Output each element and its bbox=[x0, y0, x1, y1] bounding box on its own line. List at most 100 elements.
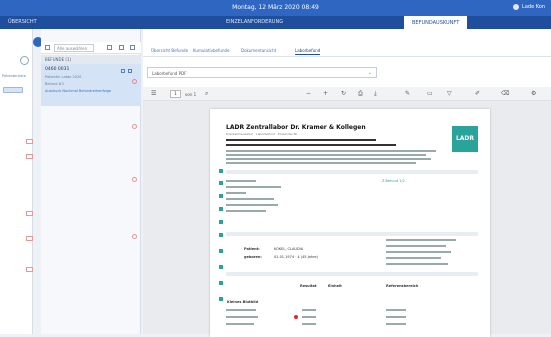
user-name: Lade Kon bbox=[522, 4, 545, 10]
dropdown-icon[interactable] bbox=[107, 45, 112, 50]
item-patient: Patientin Labor 2020 bbox=[45, 75, 82, 79]
tab-findings[interactable]: BEFUNDAUSKUNFT bbox=[404, 16, 468, 29]
search-icon[interactable]: ⌕ bbox=[205, 90, 208, 98]
thumbnail-marker[interactable] bbox=[219, 181, 223, 185]
pdf-toolbar: ☰ 1 von 1 ⌕ − + ↻ ⎙ ⤓ ✎ ▭ ▽ ✐ ⌫ ⚙ bbox=[143, 87, 551, 101]
tab-overview[interactable]: ÜBERSICHT bbox=[8, 19, 37, 25]
thumbnail-marker[interactable] bbox=[219, 265, 223, 269]
lab-title: LADR Zentrallabor Dr. Kramer & Kollegen bbox=[226, 124, 366, 131]
meta-line bbox=[386, 245, 446, 247]
meta-line bbox=[386, 251, 451, 253]
thumbnail-marker[interactable] bbox=[219, 249, 223, 253]
row-line bbox=[226, 323, 254, 325]
flag-icon bbox=[26, 236, 33, 241]
eraser-icon[interactable]: ⌫ bbox=[501, 90, 509, 97]
findings-list-panel: Alle auswählen BEFUNDE (1) 0460 0031 Pat… bbox=[41, 29, 141, 334]
thumbnail-marker[interactable] bbox=[219, 220, 223, 224]
document-select-value: Laborbefund PDF bbox=[152, 71, 187, 76]
dob-label: geboren: bbox=[244, 255, 262, 259]
col-unit: Einheit bbox=[328, 284, 342, 288]
document-select[interactable]: Laborbefund PDF ⌄ bbox=[147, 67, 377, 78]
zoom-out-icon[interactable]: − bbox=[306, 90, 311, 97]
subtab-cumulative[interactable]: Kumulativbefunde bbox=[193, 48, 229, 53]
thumbnail-marker[interactable] bbox=[219, 281, 223, 285]
calendar-icon[interactable] bbox=[130, 45, 135, 50]
value-line bbox=[302, 309, 316, 311]
settings-icon[interactable]: ⚙ bbox=[531, 90, 536, 97]
item-actions[interactable]: Ausdruck Nochmal Befundreihenfolge bbox=[45, 89, 137, 93]
thumbnail-marker[interactable] bbox=[219, 207, 223, 211]
flag-icon bbox=[26, 211, 33, 216]
print-icon[interactable]: ⎙ bbox=[358, 90, 363, 98]
material-band bbox=[226, 272, 478, 276]
accent-label: Z-Befund 1/2 bbox=[382, 179, 405, 183]
highlight-icon[interactable]: ▽ bbox=[447, 90, 452, 97]
subtab-overview[interactable]: Übersicht Befunde bbox=[151, 48, 188, 53]
thumbnail-marker[interactable] bbox=[219, 194, 223, 198]
left-chip[interactable] bbox=[3, 87, 23, 93]
main-tab-bar: ÜBERSICHT EINZELANFORDERUNG BEFUNDAUSKUN… bbox=[0, 16, 551, 29]
filter-icon[interactable] bbox=[119, 45, 124, 50]
flag-icon bbox=[26, 154, 33, 159]
print-icon[interactable] bbox=[128, 69, 132, 73]
lab-logo: LADR bbox=[452, 126, 478, 152]
address-line bbox=[226, 180, 256, 182]
mail-icon[interactable] bbox=[121, 69, 125, 73]
meta-line bbox=[386, 257, 441, 259]
left-panel: Patientenliste bbox=[0, 29, 33, 334]
filter-select[interactable]: Alle auswählen bbox=[54, 44, 94, 52]
ref-line bbox=[386, 323, 406, 325]
ref-line bbox=[386, 309, 406, 311]
section-title: Kleines Blutbild bbox=[227, 300, 259, 304]
col-result: Resultat bbox=[300, 284, 317, 288]
fit-page-icon[interactable]: ▭ bbox=[427, 90, 433, 97]
text-line bbox=[226, 158, 431, 160]
zoom-in-icon[interactable]: + bbox=[323, 90, 328, 97]
user-icon bbox=[513, 4, 520, 10]
refresh-icon[interactable] bbox=[20, 56, 29, 65]
download-icon[interactable]: ⤓ bbox=[374, 90, 377, 98]
text-line bbox=[226, 144, 396, 146]
address-line bbox=[226, 192, 246, 194]
patient-value: KOKEL, CLAUDIA bbox=[274, 247, 304, 251]
list-item[interactable]: 0460 0031 Patientin Labor 2020 Befund #3… bbox=[41, 64, 141, 106]
address-band bbox=[226, 170, 478, 174]
thumbnail-marker[interactable] bbox=[219, 169, 223, 173]
tab-single-request[interactable]: EINZELANFORDERUNG bbox=[226, 19, 283, 25]
flag-icon bbox=[26, 139, 33, 144]
sidebar-toggle-icon[interactable]: ☰ bbox=[151, 90, 156, 97]
filter-bar: Alle auswählen bbox=[41, 42, 141, 54]
user-menu[interactable]: Lade Kon bbox=[513, 4, 545, 10]
abnormal-flag-icon bbox=[294, 315, 298, 319]
text-line bbox=[226, 154, 426, 156]
ref-line bbox=[386, 316, 406, 318]
checkbox-icon[interactable] bbox=[45, 45, 50, 50]
flag-icon bbox=[26, 267, 33, 272]
thumbnail-marker[interactable] bbox=[219, 297, 223, 301]
alert-icon bbox=[132, 234, 137, 239]
subtab-document[interactable]: Dokumentansicht bbox=[241, 48, 276, 53]
item-finding: Befund #3 bbox=[45, 82, 64, 86]
subtab-labreport[interactable]: Laborbefund bbox=[295, 48, 321, 55]
meta-line bbox=[386, 263, 448, 265]
sub-tab-bar: Übersicht Befunde Kumulativbefunde Dokum… bbox=[143, 47, 551, 57]
text-line bbox=[226, 150, 436, 152]
meta-line bbox=[386, 239, 456, 241]
address-line bbox=[226, 204, 278, 206]
edit-icon[interactable]: ✎ bbox=[405, 90, 410, 97]
text-line bbox=[226, 162, 416, 164]
address-line bbox=[226, 186, 281, 188]
main-area: Übersicht Befunde Kumulativbefunde Dokum… bbox=[143, 29, 551, 337]
alert-icon bbox=[132, 79, 137, 84]
row-line bbox=[226, 316, 258, 318]
alert-icon bbox=[132, 177, 137, 182]
draw-icon[interactable]: ✐ bbox=[475, 90, 480, 97]
text-line bbox=[226, 139, 376, 141]
top-bar: Montag, 12 März 2020 08:49 Lade Kon bbox=[0, 0, 551, 16]
page-number-input[interactable]: 1 bbox=[170, 90, 181, 98]
rotate-icon[interactable]: ↻ bbox=[341, 90, 346, 97]
list-header: BEFUNDE (1) bbox=[41, 55, 141, 64]
thumbnail-marker[interactable] bbox=[219, 233, 223, 237]
pdf-viewer[interactable]: LADR Zentrallabor Dr. Kramer & Kollegen … bbox=[143, 101, 551, 337]
header-band bbox=[226, 232, 478, 236]
